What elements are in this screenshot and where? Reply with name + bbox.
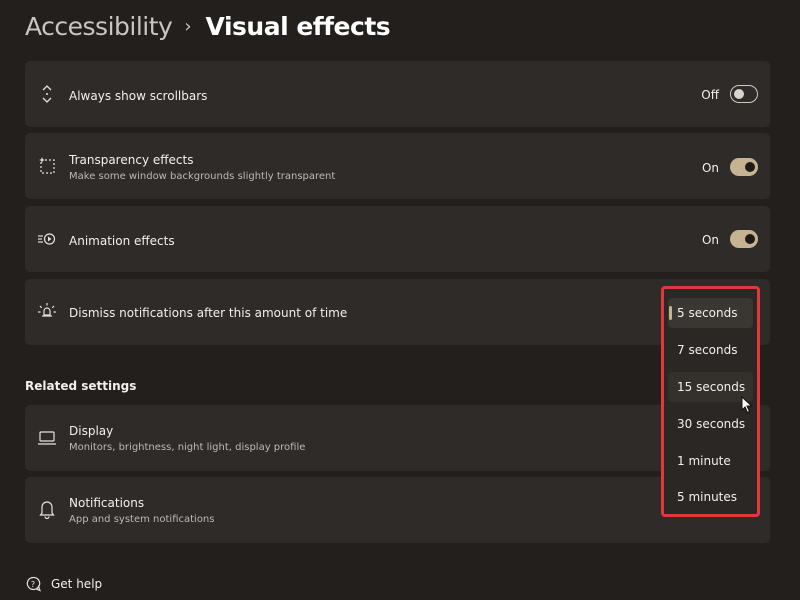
animation-toggle[interactable] [730,230,758,248]
mouse-cursor-icon [741,396,753,414]
setting-dismiss-notifications[interactable]: Dismiss notifications after this amount … [25,279,770,345]
breadcrumb: Accessibility › Visual effects [25,8,391,44]
setting-title: Animation effects [69,234,175,248]
setting-subtitle: Make some window backgrounds slightly tr… [69,171,336,182]
dropdown-option-selected[interactable]: 5 seconds [668,298,753,328]
setting-always-show-scrollbars[interactable]: Always show scrollbars Off [25,61,770,127]
page-title: Visual effects [205,11,391,41]
setting-title: Dismiss notifications after this amount … [69,306,348,320]
help-chat-icon: ? [26,576,41,592]
scroll-arrows-icon [42,85,52,103]
get-help-link[interactable]: ? Get help [25,576,102,592]
related-item-subtitle: Monitors, brightness, night light, displ… [69,442,306,453]
related-item-display[interactable]: Display Monitors, brightness, night ligh… [25,405,770,471]
toggle-state-label: Off [701,88,719,102]
monitor-icon [38,431,56,445]
svg-text:?: ? [31,580,35,589]
related-item-subtitle: App and system notifications [69,514,215,525]
related-item-title: Notifications [69,496,145,510]
breadcrumb-chevron-icon: › [184,15,192,37]
related-item-notifications[interactable]: Notifications App and system notificatio… [25,477,770,543]
animation-icon [38,233,56,245]
related-settings-heading: Related settings [25,379,137,393]
breadcrumb-accessibility-link[interactable]: Accessibility [25,12,173,41]
scrollbars-toggle[interactable] [730,85,758,103]
setting-animation-effects[interactable]: Animation effects On [25,206,770,272]
setting-title: Always show scrollbars [69,89,208,103]
dropdown-option[interactable]: 7 seconds [668,335,753,365]
setting-transparency-effects[interactable]: Transparency effects Make some window ba… [25,133,770,199]
notification-timer-icon [38,303,56,317]
selection-indicator [669,306,672,320]
toggle-state-label: On [701,233,719,247]
dropdown-option[interactable]: 5 minutes [668,482,753,512]
transparency-icon [39,157,55,174]
transparency-toggle[interactable] [730,158,758,176]
related-item-title: Display [69,424,114,438]
get-help-label: Get help [51,577,103,591]
setting-title: Transparency effects [69,153,194,167]
bell-icon [39,501,55,519]
toggle-state-label: On [701,161,719,175]
dropdown-option[interactable]: 1 minute [668,446,753,476]
